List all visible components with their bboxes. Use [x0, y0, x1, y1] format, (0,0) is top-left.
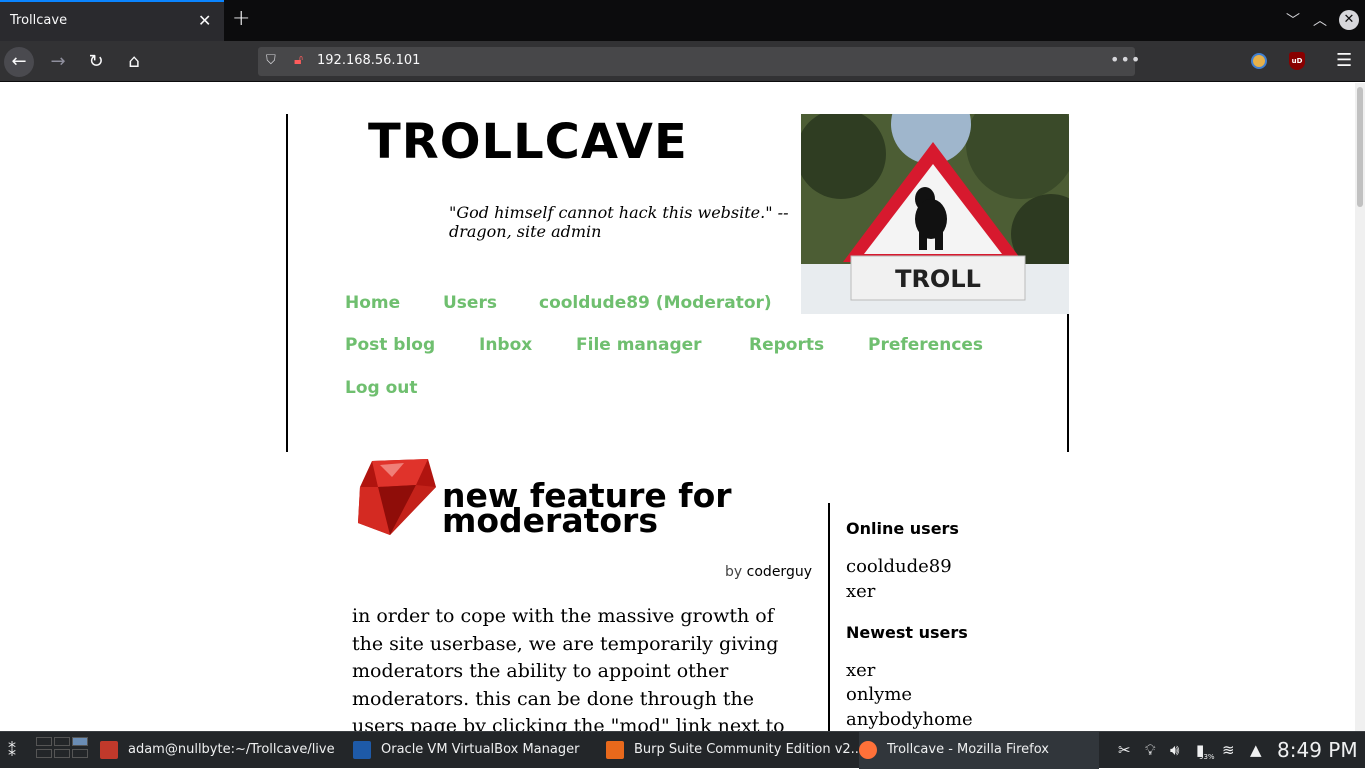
clock[interactable]: 8:49 PM — [1277, 738, 1358, 762]
back-arrow-icon[interactable]: ← — [4, 47, 34, 77]
nav-link-inbox[interactable]: Inbox — [479, 335, 532, 355]
task-burp-suite[interactable]: Burp Suite Community Edition v2... — [606, 732, 863, 769]
new-tab-icon[interactable]: + — [232, 6, 250, 31]
url-text[interactable]: 192.168.56.101 — [317, 53, 420, 68]
close-tab-icon[interactable]: ✕ — [198, 11, 211, 30]
newest-user-item[interactable]: anybodyhome — [846, 709, 973, 730]
nav-link-users[interactable]: Users — [443, 293, 497, 313]
post-byline: by coderguy — [350, 564, 812, 580]
sidebar: Online users cooldude89 xer Newest users… — [828, 503, 1048, 731]
tracking-shield-icon[interactable]: ⛉ — [266, 53, 276, 68]
post-author-link[interactable]: coderguy — [747, 564, 812, 580]
task-virtualbox[interactable]: Oracle VM VirtualBox Manager — [353, 732, 593, 769]
newest-user-item[interactable]: xer — [846, 660, 875, 681]
browser-tab-bar: Trollcave ✕ + ﹀ ︿ ✕ — [0, 0, 1365, 41]
task-terminal[interactable]: adam@nullbyte:~/Trollcave/live — [100, 732, 340, 769]
nav-link-log-out[interactable]: Log out — [345, 378, 418, 398]
site-tagline: "God himself cannot hack this website." … — [449, 203, 789, 241]
task-label: Burp Suite Community Edition v2... — [634, 742, 864, 757]
taskbar: ⁑ adam@nullbyte:~/Trollcave/live Oracle … — [0, 731, 1365, 769]
burp-suite-icon — [606, 741, 624, 759]
virtual-desktop-pager[interactable] — [36, 735, 88, 765]
volume-icon[interactable]: 🔊︎ — [1170, 741, 1179, 759]
reload-icon[interactable]: ↻ — [80, 47, 112, 77]
window-close-icon[interactable]: ✕ — [1339, 10, 1359, 30]
task-firefox[interactable]: Trollcave - Mozilla Firefox — [859, 732, 1099, 769]
browser-toolbar: ← → ↻ ⌂ ⛉ 🔓︎ 192.168.56.101 ••• uD ☰ — [0, 41, 1365, 82]
troll-sign-text: TROLL — [895, 265, 981, 293]
task-label: Oracle VM VirtualBox Manager — [381, 742, 580, 757]
nav-link-profile[interactable]: cooldude89 (Moderator) — [539, 293, 772, 313]
lightbulb-icon[interactable]: 💡︎ — [1145, 741, 1156, 759]
virtualbox-icon — [353, 741, 371, 759]
ruby-gem-icon — [356, 457, 438, 537]
nav-link-post-blog[interactable]: Post blog — [345, 335, 435, 355]
post-body: in order to cope with the massive growth… — [352, 605, 785, 731]
page-actions-icon[interactable]: ••• — [1110, 50, 1141, 69]
page-scrollbar[interactable] — [1355, 83, 1365, 731]
tab-title: Trollcave — [10, 13, 68, 28]
nav-link-preferences[interactable]: Preferences — [868, 335, 983, 355]
post-title[interactable]: new feature for moderators — [442, 479, 822, 537]
url-bar[interactable]: ⛉ 🔓︎ 192.168.56.101 ••• — [258, 47, 1140, 76]
app-launcher-icon[interactable]: ⁑ — [8, 741, 16, 760]
ublock-icon[interactable]: uD — [1289, 52, 1305, 70]
task-label: adam@nullbyte:~/Trollcave/live — [128, 742, 335, 757]
forward-arrow-icon[interactable]: → — [42, 47, 74, 77]
battery-percent: 93% — [1199, 753, 1215, 761]
hamburger-menu-icon[interactable]: ☰ — [1336, 50, 1352, 71]
scissors-icon[interactable]: ✂ — [1118, 741, 1131, 759]
firefox-icon — [859, 741, 877, 759]
nav-link-home[interactable]: Home — [345, 293, 400, 313]
tray-expand-icon[interactable]: ▲ — [1250, 741, 1262, 759]
terminal-icon — [100, 741, 118, 759]
nav-link-reports[interactable]: Reports — [749, 335, 824, 355]
chevron-up-icon[interactable]: ︿ — [1313, 10, 1327, 30]
task-label: Trollcave - Mozilla Firefox — [887, 742, 1049, 757]
online-users-heading: Online users — [846, 519, 959, 538]
troll-sign-image: TROLL — [801, 114, 1069, 314]
browser-tab[interactable]: Trollcave ✕ — [0, 0, 224, 41]
nav-link-file-manager[interactable]: File manager — [576, 335, 702, 355]
byline-prefix: by — [725, 564, 743, 580]
scrollbar-thumb[interactable] — [1357, 87, 1363, 207]
newest-users-heading: Newest users — [846, 623, 968, 642]
newest-user-item[interactable]: onlyme — [846, 684, 912, 705]
web-page: TROLLCAVE "God himself cannot hack this … — [0, 83, 1355, 731]
site-header: TROLLCAVE "God himself cannot hack this … — [286, 114, 1069, 452]
extension-icon[interactable] — [1251, 53, 1267, 69]
wifi-icon[interactable]: ≋ — [1222, 741, 1235, 759]
home-icon[interactable]: ⌂ — [118, 47, 150, 77]
online-user-item[interactable]: xer — [846, 581, 875, 602]
insecure-lock-icon[interactable]: 🔓︎ — [294, 52, 303, 68]
online-user-item[interactable]: cooldude89 — [846, 556, 952, 577]
chevron-down-icon[interactable]: ﹀ — [1286, 10, 1300, 30]
site-title: TROLLCAVE — [368, 114, 688, 170]
